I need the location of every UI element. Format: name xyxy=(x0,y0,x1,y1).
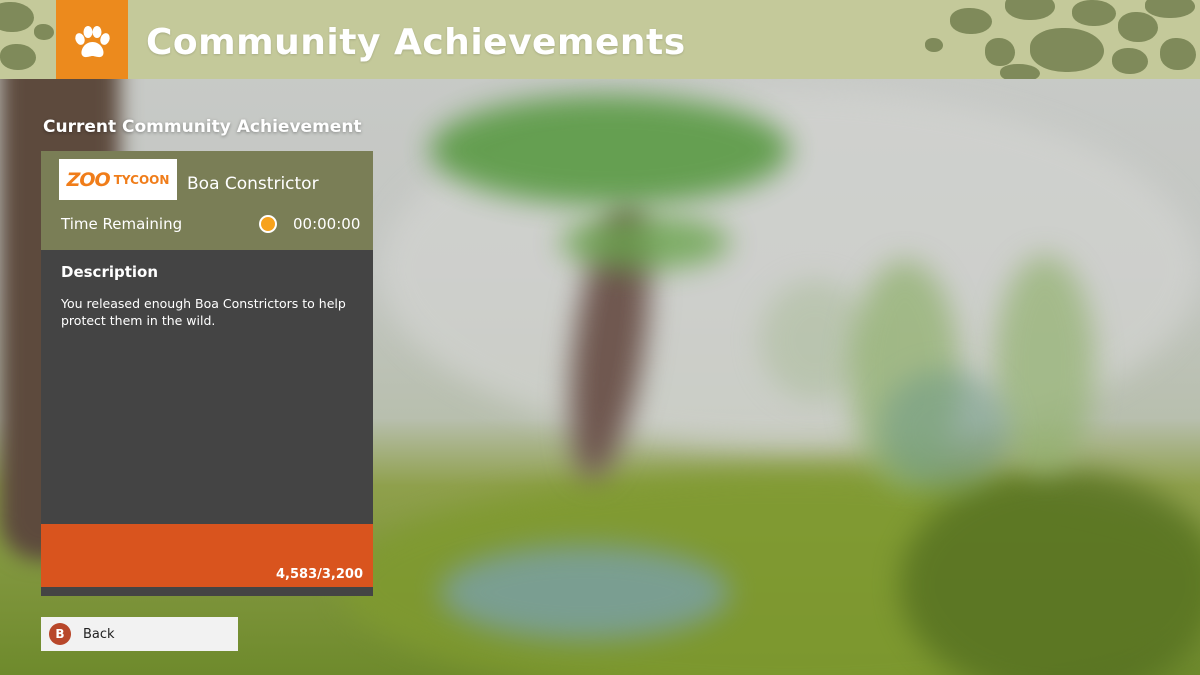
header-pattern-spot xyxy=(1160,38,1196,70)
header-pattern-spot xyxy=(1118,12,1158,42)
achievement-card: ZOO TYCOON Boa Constrictor Time Remainin… xyxy=(41,151,373,596)
progress-bar: 4,583/3,200 xyxy=(41,524,373,596)
logo-zoo-text: ZOO xyxy=(66,168,111,191)
zoo-tycoon-logo: ZOO TYCOON xyxy=(59,159,177,200)
header-pattern-spot xyxy=(925,38,943,52)
back-button[interactable]: B Back xyxy=(41,617,238,651)
achievement-description-panel: Description You released enough Boa Cons… xyxy=(41,250,373,524)
paw-tab xyxy=(56,0,128,79)
background-tree-canopy xyxy=(430,95,790,205)
achievement-card-header: ZOO TYCOON Boa Constrictor Time Remainin… xyxy=(41,151,373,250)
background-animal xyxy=(880,370,1010,490)
page-title: Community Achievements xyxy=(146,22,686,63)
header-bar: Community Achievements xyxy=(0,0,1200,79)
background-rock xyxy=(440,545,730,640)
header-pattern-spot xyxy=(0,2,34,32)
background-tree-canopy xyxy=(560,215,730,270)
time-remaining-label: Time Remaining xyxy=(61,215,183,233)
paw-icon xyxy=(75,26,110,58)
header-pattern-spot xyxy=(985,38,1015,66)
header-pattern-spot xyxy=(34,24,54,40)
header-pattern-spot xyxy=(1072,0,1116,26)
background-tree xyxy=(995,255,1095,475)
back-button-label: Back xyxy=(83,626,115,642)
header-pattern-spot xyxy=(1000,64,1040,79)
header-pattern-spot xyxy=(1145,0,1195,18)
time-status-icon xyxy=(259,215,277,233)
time-remaining-value: 00:00:00 xyxy=(293,215,361,233)
header-pattern-spot xyxy=(1005,0,1055,20)
b-button-icon: B xyxy=(49,623,71,645)
header-pattern-spot xyxy=(0,44,36,70)
description-heading: Description xyxy=(61,263,159,281)
achievement-name: Boa Constrictor xyxy=(187,174,319,194)
section-heading: Current Community Achievement xyxy=(43,117,362,137)
logo-tycoon-text: TYCOON xyxy=(113,172,170,187)
description-text: You released enough Boa Constrictors to … xyxy=(61,296,346,328)
progress-value: 4,583/3,200 xyxy=(276,567,363,582)
header-pattern-spot xyxy=(1030,28,1104,72)
header-pattern-spot xyxy=(1112,48,1148,74)
header-pattern-spot xyxy=(950,8,992,34)
